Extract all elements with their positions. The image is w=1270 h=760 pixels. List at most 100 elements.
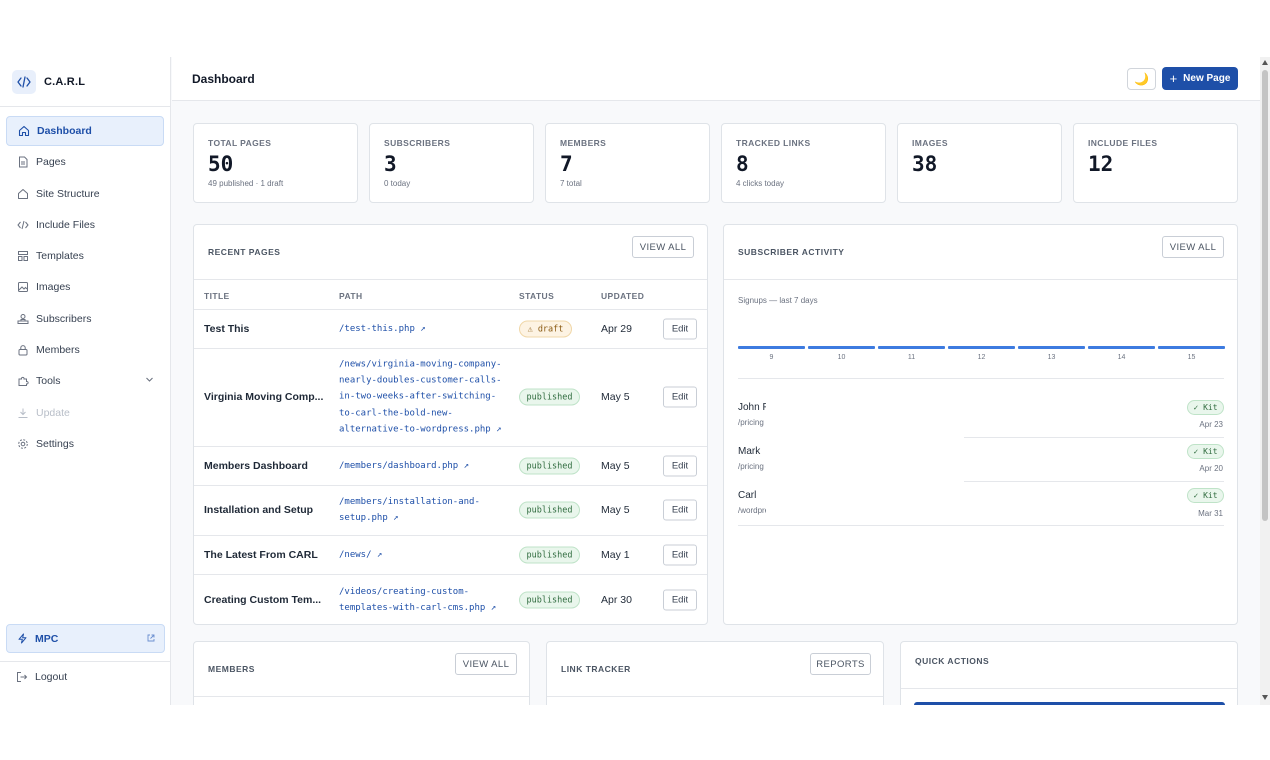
edit-button[interactable]: Edit — [663, 318, 697, 340]
stat-value: 3 — [384, 152, 397, 176]
view-all-subscribers-button[interactable]: VIEW ALL — [1162, 236, 1224, 258]
panel-title: SUBSCRIBER ACTIVITY — [738, 247, 845, 257]
brand[interactable]: C.A.R.L — [0, 57, 170, 107]
day-label: 11 — [907, 354, 916, 361]
logout-label: Logout — [35, 671, 68, 683]
scroll-up-arrow[interactable] — [1262, 60, 1268, 65]
sidebar-item-tools[interactable]: Tools — [6, 366, 164, 396]
theme-toggle-button[interactable]: 🌙 — [1127, 68, 1156, 90]
day-label: 9 — [769, 354, 774, 361]
stat-label: SUBSCRIBERS — [384, 138, 451, 148]
updated-date: May 5 — [601, 504, 630, 516]
panel-title: QUICK ACTIONS — [915, 656, 990, 666]
sidebar-item-site-structure[interactable]: Site Structure — [6, 179, 164, 209]
signup-bar — [1158, 346, 1225, 349]
stat-label: INCLUDE FILES — [1088, 138, 1158, 148]
stat-label: TRACKED LINKS — [736, 138, 811, 148]
sidebar-item-label: Site Structure — [36, 187, 100, 200]
table-row[interactable]: Virginia Moving Comp... /news/virginia-m… — [194, 349, 707, 447]
sidebar-item-pages[interactable]: Pages — [6, 147, 164, 177]
column-header-status: STATUS — [519, 291, 555, 301]
download-icon — [16, 406, 29, 419]
chevron-down-icon[interactable] — [145, 375, 154, 387]
edit-button[interactable]: Edit — [663, 589, 697, 611]
table-row[interactable]: Test This /test-this.php ↗ ⚠ draft Apr 2… — [194, 310, 707, 349]
table-row[interactable]: Creating Custom Tem... /videos/creating-… — [194, 575, 707, 624]
edit-button[interactable]: Edit — [663, 455, 697, 477]
column-header-updated: UPDATED — [601, 291, 645, 301]
page-scrollbar[interactable] — [1260, 57, 1270, 705]
panel-header: RECENT PAGES VIEW ALL — [194, 225, 707, 280]
page-title-cell: Virginia Moving Comp... — [204, 391, 324, 403]
updated-date: May 1 — [601, 549, 630, 561]
signup-bar — [1018, 346, 1085, 349]
edit-button[interactable]: Edit — [663, 499, 697, 521]
page-path-link[interactable]: /members/installation-and-setup.php ↗ — [339, 494, 509, 526]
kit-badge: ✓ Kit — [1187, 400, 1224, 415]
sidebar-item-subscribers[interactable]: Subscribers — [6, 304, 164, 334]
sidebar-item-label: Templates — [36, 250, 84, 263]
page-path-link[interactable]: /news/ ↗ — [339, 547, 509, 563]
table-header: TITLE PATH STATUS UPDATED — [194, 280, 707, 310]
sidebar-item-update: Update — [6, 398, 164, 428]
new-page-button[interactable]: + New Page — [1162, 67, 1238, 90]
link-tracker-panel: LINK TRACKER REPORTS — [546, 641, 884, 705]
table-row[interactable]: Installation and Setup /members/installa… — [194, 486, 707, 536]
subscriber-name: Mark — [738, 446, 761, 457]
lock-icon — [16, 344, 29, 357]
sidebar-item-label: Images — [36, 281, 71, 294]
sidebar-item-label: Subscribers — [36, 312, 92, 325]
sidebar-item-include-files[interactable]: Include Files — [6, 210, 164, 240]
gear-icon — [16, 437, 29, 450]
edit-button[interactable]: Edit — [663, 544, 697, 566]
sidebar-item-members[interactable]: Members — [6, 335, 164, 365]
stat-value: 8 — [736, 152, 749, 176]
stat-value: 12 — [1088, 152, 1114, 176]
subscriber-source-path: /pricing — [738, 418, 764, 427]
scroll-down-arrow[interactable] — [1262, 695, 1268, 700]
updated-date: Apr 29 — [601, 323, 632, 335]
page-path-link[interactable]: /news/virginia-moving-company-nearly-dou… — [339, 356, 509, 437]
edit-button[interactable]: Edit — [663, 386, 697, 408]
mpc-link[interactable]: MPC — [6, 624, 165, 653]
stat-sub: 7 total — [560, 179, 582, 188]
stat-card-total-pages: TOTAL PAGES 50 49 published · 1 draft — [193, 123, 358, 203]
template-icon — [16, 250, 29, 263]
scroll-thumb[interactable] — [1262, 70, 1268, 521]
stat-label: IMAGES — [912, 138, 948, 148]
sidebar-item-settings[interactable]: Settings — [6, 429, 164, 459]
recent-pages-panel: RECENT PAGES VIEW ALL TITLE PATH STATUS … — [193, 224, 708, 625]
mpc-label: MPC — [35, 632, 59, 645]
panel-title: LINK TRACKER — [561, 664, 631, 674]
new-page-label: New Page — [1183, 73, 1231, 84]
page-title-cell: Installation and Setup — [204, 504, 314, 516]
sidebar-item-dashboard[interactable]: Dashboard — [6, 116, 164, 146]
logout-icon — [16, 671, 28, 683]
subscriber-activity-panel: SUBSCRIBER ACTIVITY VIEW ALL Signups — l… — [723, 224, 1238, 625]
app-window: C.A.R.L Dashboard Pages Site Structure I… — [0, 57, 1270, 705]
page-path-link[interactable]: /members/dashboard.php ↗ — [339, 458, 509, 474]
panel-header: MEMBERS VIEW ALL — [194, 642, 529, 697]
sidebar-item-images[interactable]: Images — [6, 272, 164, 302]
page-title-cell: Members Dashboard — [204, 460, 308, 472]
divider — [964, 481, 1224, 482]
logout-button[interactable]: Logout — [16, 671, 67, 683]
sidebar-item-label: Include Files — [36, 218, 95, 231]
table-row[interactable]: Members Dashboard /members/dashboard.php… — [194, 447, 707, 486]
sidebar-nav: Dashboard Pages Site Structure Include F… — [0, 107, 170, 459]
day-label: 13 — [1047, 354, 1056, 361]
quick-action-button[interactable] — [914, 702, 1225, 705]
table-row[interactable]: The Latest From CARL /news/ ↗ published … — [194, 536, 707, 575]
activity-date: Apr 23 — [1199, 420, 1223, 429]
sidebar-item-label: Settings — [36, 437, 74, 450]
sidebar: C.A.R.L Dashboard Pages Site Structure I… — [0, 57, 171, 705]
view-all-pages-button[interactable]: VIEW ALL — [632, 236, 694, 258]
reports-button[interactable]: REPORTS — [810, 653, 871, 675]
view-all-members-button[interactable]: VIEW ALL — [455, 653, 517, 675]
stat-value: 7 — [560, 152, 573, 176]
sidebar-item-templates[interactable]: Templates — [6, 241, 164, 271]
page-path-link[interactable]: /test-this.php ↗ — [339, 321, 509, 337]
subscriber-name: Carl — [738, 490, 757, 501]
day-label: 15 — [1187, 354, 1196, 361]
page-path-link[interactable]: /videos/creating-custom-templates-with-c… — [339, 584, 509, 616]
